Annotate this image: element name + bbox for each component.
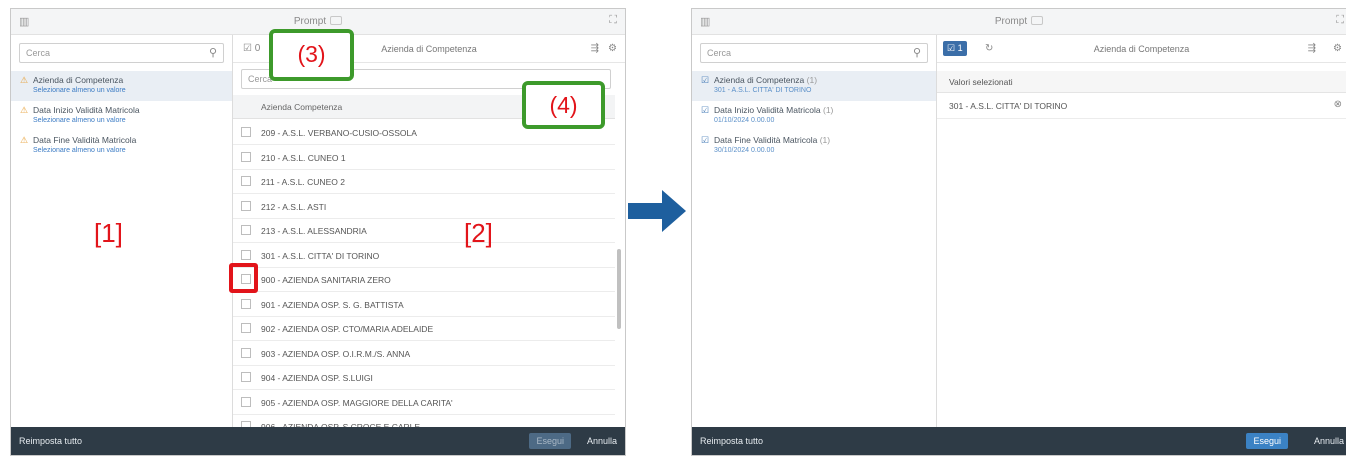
apply-button[interactable]: Esegui bbox=[1246, 433, 1288, 449]
settings-icon[interactable]: ⚙ bbox=[608, 43, 617, 54]
list-item-label: 903 - AZIENDA OSP. O.I.R.M./S. ANNA bbox=[261, 348, 411, 359]
list-item-label: 901 - AZIENDA OSP. S. G. BATTISTA bbox=[261, 299, 404, 310]
values-list[interactable]: 209 - A.S.L. VERBANO-CUSIO-OSSOLA 210 - A… bbox=[233, 119, 625, 427]
dialog-footer: Reimposta tutto Esegui Annulla bbox=[11, 427, 625, 455]
list-item-label: 905 - AZIENDA OSP. MAGGIORE DELLA CARITA… bbox=[261, 397, 453, 408]
list-item-label: 211 - A.S.L. CUNEO 2 bbox=[261, 177, 345, 187]
values-toolbar: ☑ 1 ↻ Azienda di Competenza ⇶ ⚙ bbox=[937, 35, 1346, 63]
checkbox[interactable] bbox=[241, 298, 251, 309]
remove-icon[interactable]: ⊗ bbox=[1334, 99, 1342, 110]
checkbox[interactable] bbox=[241, 347, 251, 358]
dialog-footer: Reimposta tutto Esegui Annulla bbox=[692, 427, 1346, 455]
search-icon: ⚲ bbox=[912, 47, 921, 59]
settings-icon[interactable]: ⚙ bbox=[1333, 43, 1342, 54]
maximize-icon[interactable]: ⛶ bbox=[1336, 14, 1344, 27]
reset-all-link[interactable]: Reimposta tutto bbox=[700, 436, 763, 446]
list-item-label: 210 - A.S.L. CUNEO 1 bbox=[261, 152, 346, 163]
list-item-label: 904 - AZIENDA OSP. S.LUIGI bbox=[261, 373, 373, 383]
highlighted-checkbox bbox=[229, 263, 258, 293]
field-data-fine[interactable]: ☑ Data Fine Validità Matricola (1) 30/10… bbox=[692, 131, 936, 161]
maximize-icon[interactable]: ⛶ bbox=[609, 14, 617, 27]
list-item[interactable]: 213 - A.S.L. ALESSANDRIA bbox=[233, 219, 615, 243]
dialog-title: Prompt bbox=[994, 16, 1028, 27]
field-azienda-competenza[interactable]: ☑ Azienda di Competenza (1) 301 - A.S.L.… bbox=[692, 71, 936, 101]
scrollbar-thumb[interactable] bbox=[617, 249, 621, 329]
checkbox[interactable] bbox=[241, 127, 251, 137]
field-data-fine[interactable]: ⚠ Data Fine Validità Matricola Seleziona… bbox=[11, 131, 232, 161]
checkbox[interactable] bbox=[241, 225, 251, 235]
tag-icon bbox=[330, 16, 343, 25]
checkbox-checked-icon: ☑ bbox=[701, 105, 710, 115]
list-item[interactable]: 903 - AZIENDA OSP. O.I.R.M./S. ANNA bbox=[233, 342, 615, 366]
cancel-button[interactable]: Annulla bbox=[1314, 436, 1344, 446]
dialog-titlebar: ▥ Prompt ⛶ bbox=[692, 9, 1346, 35]
list-item-label: 900 - AZIENDA SANITARIA ZERO bbox=[261, 275, 391, 285]
checkbox[interactable] bbox=[241, 396, 251, 407]
checkbox[interactable] bbox=[241, 151, 251, 162]
warning-icon: ⚠ bbox=[20, 135, 29, 145]
annotation-4: (4) bbox=[522, 81, 605, 129]
selected-value-row[interactable]: 301 - A.S.L. CITTA' DI TORINO ⊗ bbox=[937, 93, 1346, 119]
toolbar-title: Azienda di Competenza bbox=[1093, 44, 1190, 54]
reset-all-link[interactable]: Reimposta tutto bbox=[19, 436, 82, 446]
checkbox[interactable] bbox=[241, 372, 251, 382]
checkbox[interactable] bbox=[241, 323, 251, 333]
list-item-label: 902 - AZIENDA OSP. CTO/MARIA ADELAIDE bbox=[261, 324, 434, 334]
list-item-label: 301 - A.S.L. CITTA' DI TORINO bbox=[261, 250, 380, 261]
list-item-label: 209 - A.S.L. VERBANO-CUSIO-OSSOLA bbox=[261, 128, 417, 138]
dialog-title: Prompt bbox=[293, 16, 327, 27]
cancel-button[interactable]: Annulla bbox=[587, 436, 617, 446]
warning-icon: ⚠ bbox=[20, 105, 29, 115]
list-item-label: 213 - A.S.L. ALESSANDRIA bbox=[261, 226, 367, 236]
fields-search-input[interactable]: Cerca ⚲ bbox=[19, 43, 224, 63]
list-item[interactable]: 906 - AZIENDA OSP. S.CROCE E CARLE bbox=[233, 415, 615, 427]
search-icon: ⚲ bbox=[208, 47, 217, 59]
checkbox-checked-icon: ☑ bbox=[701, 75, 710, 85]
list-item[interactable]: 900 - AZIENDA SANITARIA ZERO bbox=[233, 268, 615, 292]
list-item[interactable]: 301 - A.S.L. CITTA' DI TORINO bbox=[233, 244, 615, 268]
list-item[interactable]: 212 - A.S.L. ASTI bbox=[233, 195, 615, 219]
list-item[interactable]: 901 - AZIENDA OSP. S. G. BATTISTA bbox=[233, 293, 615, 317]
checkbox[interactable] bbox=[241, 249, 251, 260]
list-item[interactable]: 210 - A.S.L. CUNEO 1 bbox=[233, 146, 615, 170]
field-data-inizio[interactable]: ⚠ Data Inizio Validità Matricola Selezio… bbox=[11, 101, 232, 131]
annotation-1: [1] bbox=[94, 218, 123, 248]
prompt-fields-panel: Cerca ⚲ ☑ Azienda di Competenza (1) 301 … bbox=[692, 35, 937, 427]
checkbox[interactable] bbox=[241, 176, 251, 186]
column-select-icon[interactable]: ⇶ bbox=[591, 43, 599, 54]
list-item[interactable]: 211 - A.S.L. CUNEO 2 bbox=[233, 170, 615, 194]
list-item[interactable]: 904 - AZIENDA OSP. S.LUIGI bbox=[233, 366, 615, 390]
prompt-dialog-after: ▥ Prompt ⛶ Cerca ⚲ ☑ Azienda di Competen… bbox=[691, 8, 1346, 456]
selected-values-panel: ☑ 1 ↻ Azienda di Competenza ⇶ ⚙ Valori s… bbox=[937, 35, 1346, 427]
field-data-inizio[interactable]: ☑ Data Inizio Validità Matricola (1) 01/… bbox=[692, 101, 936, 131]
annotation-2: [2] bbox=[464, 218, 493, 248]
list-item[interactable]: 905 - AZIENDA OSP. MAGGIORE DELLA CARITA… bbox=[233, 391, 615, 415]
column-select-icon[interactable]: ⇶ bbox=[1308, 43, 1316, 54]
list-item-label: 212 - A.S.L. ASTI bbox=[261, 201, 327, 212]
arrow-right-icon bbox=[628, 190, 686, 232]
checkbox[interactable] bbox=[241, 200, 251, 211]
list-item[interactable]: 902 - AZIENDA OSP. CTO/MARIA ADELAIDE bbox=[233, 317, 615, 341]
tag-icon bbox=[1031, 16, 1044, 25]
selected-values-header: Valori selezionati bbox=[937, 71, 1346, 93]
warning-icon: ⚠ bbox=[20, 75, 29, 85]
checkbox-checked-icon: ☑ bbox=[701, 135, 710, 145]
fields-search-input[interactable]: Cerca ⚲ bbox=[700, 43, 928, 63]
apply-button-disabled[interactable]: Esegui bbox=[529, 433, 571, 449]
field-azienda-competenza[interactable]: ⚠ Azienda di Competenza Selezionare alme… bbox=[11, 71, 232, 101]
annotation-3: (3) bbox=[269, 29, 354, 81]
